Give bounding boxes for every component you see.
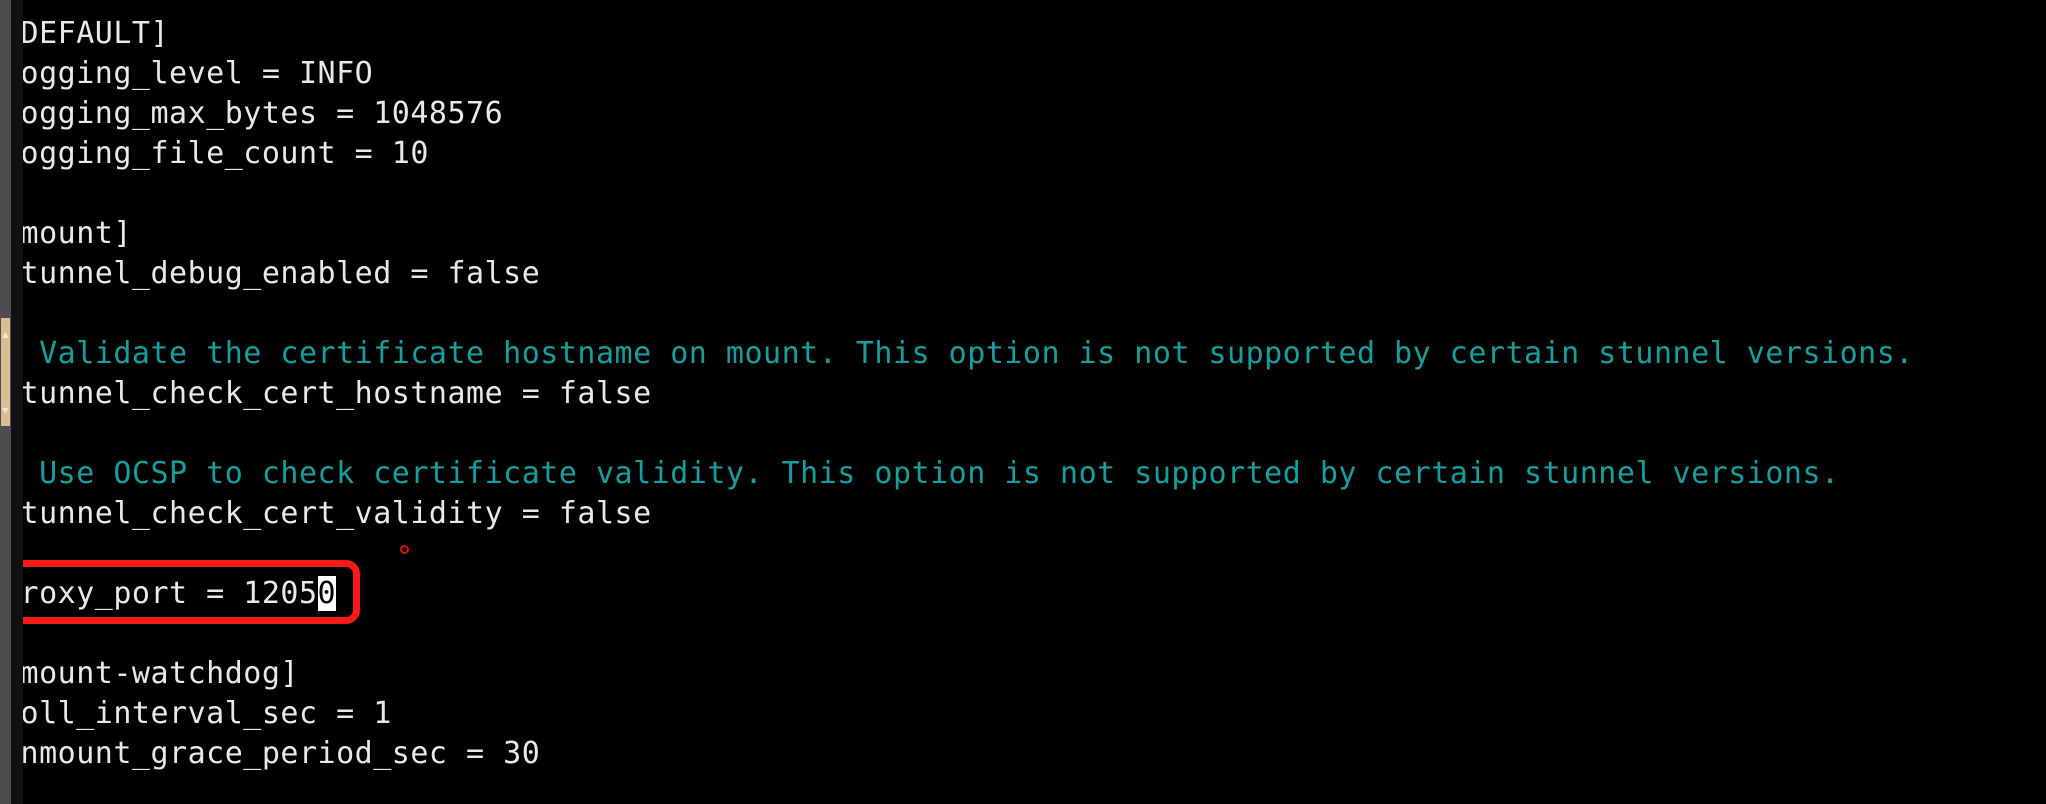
editor-gutter bbox=[11, 0, 23, 804]
code-line-proxy-port: proxy_port = 12050 bbox=[2, 574, 337, 614]
code-line: stunnel_check_cert_validity = false bbox=[2, 496, 652, 531]
code-line: poll_interval_sec = 1 bbox=[2, 696, 392, 731]
code-line: stunnel_debug_enabled = false bbox=[2, 256, 541, 291]
proxy-port-text: proxy_port = 1205 bbox=[2, 576, 318, 611]
annotation-click-marker-icon bbox=[400, 545, 409, 554]
code-line: logging_file_count = 10 bbox=[2, 136, 429, 171]
code-line: stunnel_check_cert_hostname = false bbox=[2, 376, 652, 411]
code-line: unmount_grace_period_sec = 30 bbox=[2, 736, 541, 771]
code-line: [mount-watchdog] bbox=[2, 656, 299, 691]
code-line: logging_max_bytes = 1048576 bbox=[2, 96, 504, 131]
scroll-down-arrow-icon[interactable]: ▼ bbox=[1, 407, 10, 415]
code-line: [DEFAULT] bbox=[2, 16, 170, 51]
editor-text-area[interactable]: [DEFAULT] logging_level = INFO logging_m… bbox=[0, 0, 2046, 804]
terminal-window: ▲ ▼ [DEFAULT] logging_level = INFO loggi… bbox=[0, 0, 2046, 804]
text-cursor: 0 bbox=[317, 576, 337, 611]
code-line-comment: # Use OCSP to check certificate validity… bbox=[2, 456, 1840, 491]
scroll-up-arrow-icon[interactable]: ▲ bbox=[1, 331, 10, 339]
code-line-comment: # Validate the certificate hostname on m… bbox=[2, 336, 1914, 371]
code-line: logging_level = INFO bbox=[2, 56, 374, 91]
